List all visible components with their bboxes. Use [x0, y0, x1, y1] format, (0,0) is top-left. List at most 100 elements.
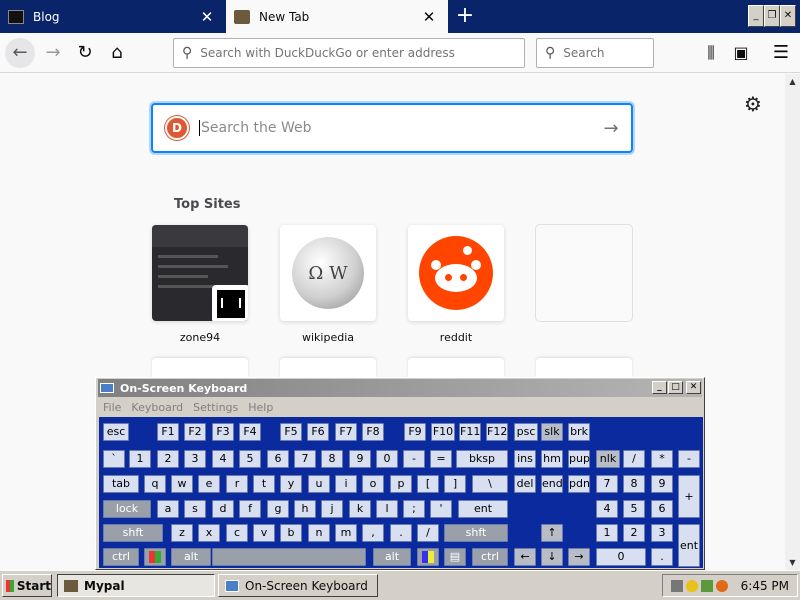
key-del[interactable]: del [514, 475, 536, 493]
key-hm[interactable]: hm [541, 450, 563, 468]
key-/[interactable]: / [623, 450, 645, 468]
key-F5[interactable]: F5 [280, 423, 302, 441]
key-brk[interactable]: brk [568, 423, 590, 441]
key-shft[interactable]: shft [444, 524, 508, 542]
key-9[interactable]: 9 [651, 475, 673, 493]
key-6[interactable]: 6 [651, 500, 673, 518]
key-pdn[interactable]: pdn [568, 475, 590, 493]
home-button[interactable]: ⌂ [102, 38, 132, 68]
key-ctrl[interactable]: ctrl [103, 548, 139, 566]
key-\[interactable]: \ [472, 475, 508, 493]
key-q[interactable]: q [144, 475, 166, 493]
reload-button[interactable]: ↻ [70, 38, 100, 68]
key-s[interactable]: s [184, 500, 206, 518]
key-o[interactable]: o [362, 475, 384, 493]
key-F1[interactable]: F1 [157, 423, 179, 441]
web-search-box[interactable]: D Search the Web → [151, 103, 633, 153]
key-F4[interactable]: F4 [239, 423, 261, 441]
minimize-button[interactable]: _ [748, 5, 764, 27]
key-shft[interactable]: shft [103, 524, 163, 542]
key-end[interactable]: end [541, 475, 563, 493]
osk-title-bar[interactable]: On-Screen Keyboard _ □ ✕ [98, 379, 702, 397]
top-site-empty[interactable] [536, 225, 632, 321]
menu-icon[interactable]: ☰ [766, 38, 796, 68]
start-button[interactable]: Start [2, 574, 52, 597]
key-w[interactable]: w [171, 475, 193, 493]
key-8[interactable]: 8 [321, 450, 343, 468]
key-1[interactable]: 1 [129, 450, 151, 468]
key-,[interactable]: , [362, 524, 384, 542]
scroll-down-icon[interactable]: ▼ [785, 555, 800, 570]
key-i[interactable]: i [335, 475, 357, 493]
key-f[interactable]: f [239, 500, 261, 518]
key-←[interactable]: ← [514, 548, 536, 566]
clock[interactable]: 6:45 PM [741, 579, 789, 593]
new-tab-button[interactable]: + [452, 4, 478, 30]
key-1[interactable]: 1 [596, 524, 618, 542]
key-r[interactable]: r [226, 475, 248, 493]
key-[[interactable]: [ [417, 475, 439, 493]
key-F10[interactable]: F10 [431, 423, 455, 441]
key-+[interactable]: + [678, 475, 700, 518]
key-/[interactable]: / [417, 524, 439, 542]
key-2[interactable]: 2 [623, 524, 645, 542]
key-7[interactable]: 7 [294, 450, 316, 468]
key-lock[interactable]: lock [103, 500, 151, 518]
taskbar-item-mypal[interactable]: Mypal [57, 574, 215, 597]
key-F2[interactable]: F2 [184, 423, 206, 441]
key-h[interactable]: h [294, 500, 316, 518]
key-ent[interactable]: ent [458, 500, 508, 518]
web-search-input[interactable]: Search the Web [199, 120, 591, 136]
osk-close-button[interactable]: ✕ [686, 381, 701, 394]
osk-minimize-button[interactable]: _ [652, 381, 667, 394]
key-bksp[interactable]: bksp [456, 450, 508, 468]
search-bar[interactable]: ⚲ Search [536, 38, 654, 68]
key-b[interactable]: b [280, 524, 302, 542]
forward-button[interactable]: → [38, 38, 68, 68]
key-g[interactable]: g [267, 500, 289, 518]
shield-icon[interactable] [686, 579, 698, 592]
key-v[interactable]: v [253, 524, 275, 542]
key-5[interactable]: 5 [239, 450, 261, 468]
key-slk[interactable]: slk [541, 423, 563, 441]
key-j[interactable]: j [321, 500, 343, 518]
key-esc[interactable]: esc [103, 423, 129, 441]
settings-gear-icon[interactable]: ⚙ [744, 92, 762, 116]
key--[interactable]: - [678, 450, 700, 468]
key-↓[interactable]: ↓ [541, 548, 563, 566]
key-y[interactable]: y [280, 475, 302, 493]
key-5[interactable]: 5 [623, 500, 645, 518]
top-site-wikipedia[interactable]: Ω W wikipedia [280, 225, 376, 344]
key-6[interactable]: 6 [267, 450, 289, 468]
key-u[interactable]: u [308, 475, 330, 493]
sidebar-icon[interactable]: ▣ [726, 38, 756, 68]
key-ent[interactable]: ent [678, 524, 700, 567]
key-;[interactable]: ; [403, 500, 425, 518]
key-→[interactable]: → [568, 548, 590, 566]
tab-blog[interactable]: Blog ✕ [0, 0, 226, 33]
menu-key-icon[interactable]: ▤ [444, 548, 466, 566]
key-m[interactable]: m [335, 524, 357, 542]
key-`[interactable]: ` [103, 450, 125, 468]
key-nlk[interactable]: nlk [596, 450, 620, 468]
key-9[interactable]: 9 [349, 450, 371, 468]
key-7[interactable]: 7 [596, 475, 618, 493]
key-z[interactable]: z [171, 524, 193, 542]
key-l[interactable]: l [376, 500, 398, 518]
menu-help[interactable]: Help [248, 401, 273, 414]
search-tray-icon[interactable] [716, 579, 728, 592]
key-][interactable]: ] [444, 475, 466, 493]
osk-maximize-button[interactable]: □ [668, 381, 683, 394]
key-8[interactable]: 8 [623, 475, 645, 493]
key--[interactable]: - [403, 450, 425, 468]
restore-button[interactable]: ❐ [764, 5, 780, 27]
windows-key-icon[interactable] [417, 548, 439, 566]
key-a[interactable]: a [157, 500, 179, 518]
key-2[interactable]: 2 [157, 450, 179, 468]
key-F9[interactable]: F9 [404, 423, 426, 441]
key-3[interactable]: 3 [184, 450, 206, 468]
key-d[interactable]: d [212, 500, 234, 518]
key-F11[interactable]: F11 [459, 423, 481, 441]
key-*[interactable]: * [651, 450, 673, 468]
tab-close-icon[interactable]: ✕ [196, 8, 218, 26]
